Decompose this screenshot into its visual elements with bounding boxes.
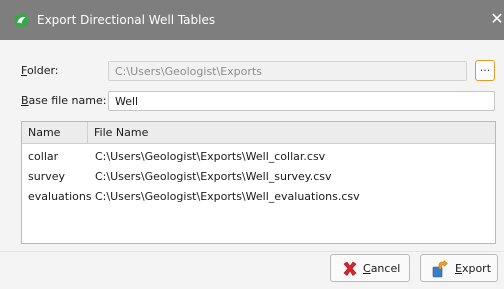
table-row[interactable]: evaluations C:\Users\Geologist\Exports\W…: [22, 187, 495, 206]
browse-folder-button[interactable]: ...: [475, 60, 495, 81]
export-button[interactable]: Export: [420, 254, 498, 282]
column-header-name[interactable]: Name: [22, 122, 88, 143]
row-name-cell: evaluations: [28, 190, 92, 203]
app-logo-icon: [14, 13, 29, 28]
column-header-file-name[interactable]: File Name: [88, 122, 495, 143]
row-name-cell: collar: [28, 150, 59, 163]
cancel-label: Cancel: [363, 262, 401, 275]
title-bar: Export Directional Well Tables ✕: [0, 0, 504, 40]
folder-path-field[interactable]: [108, 61, 467, 81]
close-icon[interactable]: ✕: [490, 10, 504, 28]
row-file-cell: C:\Users\Geologist\Exports\Well_evaluati…: [95, 190, 360, 203]
table-row[interactable]: collar C:\Users\Geologist\Exports\Well_c…: [22, 147, 495, 166]
button-divider: [0, 251, 504, 252]
folder-label: Folder:: [21, 64, 59, 77]
row-name-cell: survey: [28, 170, 66, 183]
cancel-button[interactable]: Cancel: [330, 254, 410, 282]
export-icon: [432, 260, 448, 278]
file-table: Name File Name collar C:\Users\Geologist…: [21, 121, 496, 244]
row-file-cell: C:\Users\Geologist\Exports\Well_survey.c…: [95, 170, 332, 183]
export-label: Export: [455, 262, 492, 275]
cancel-x-icon: [343, 261, 357, 276]
base-file-name-label: Base file name:: [21, 94, 107, 107]
export-dialog: Export Directional Well Tables ✕ Folder:…: [0, 0, 504, 289]
row-file-cell: C:\Users\Geologist\Exports\Well_collar.c…: [95, 150, 326, 163]
table-header: Name File Name: [22, 122, 495, 144]
base-file-name-input[interactable]: [108, 91, 495, 111]
window-title: Export Directional Well Tables: [37, 13, 216, 27]
table-row[interactable]: survey C:\Users\Geologist\Exports\Well_s…: [22, 167, 495, 186]
